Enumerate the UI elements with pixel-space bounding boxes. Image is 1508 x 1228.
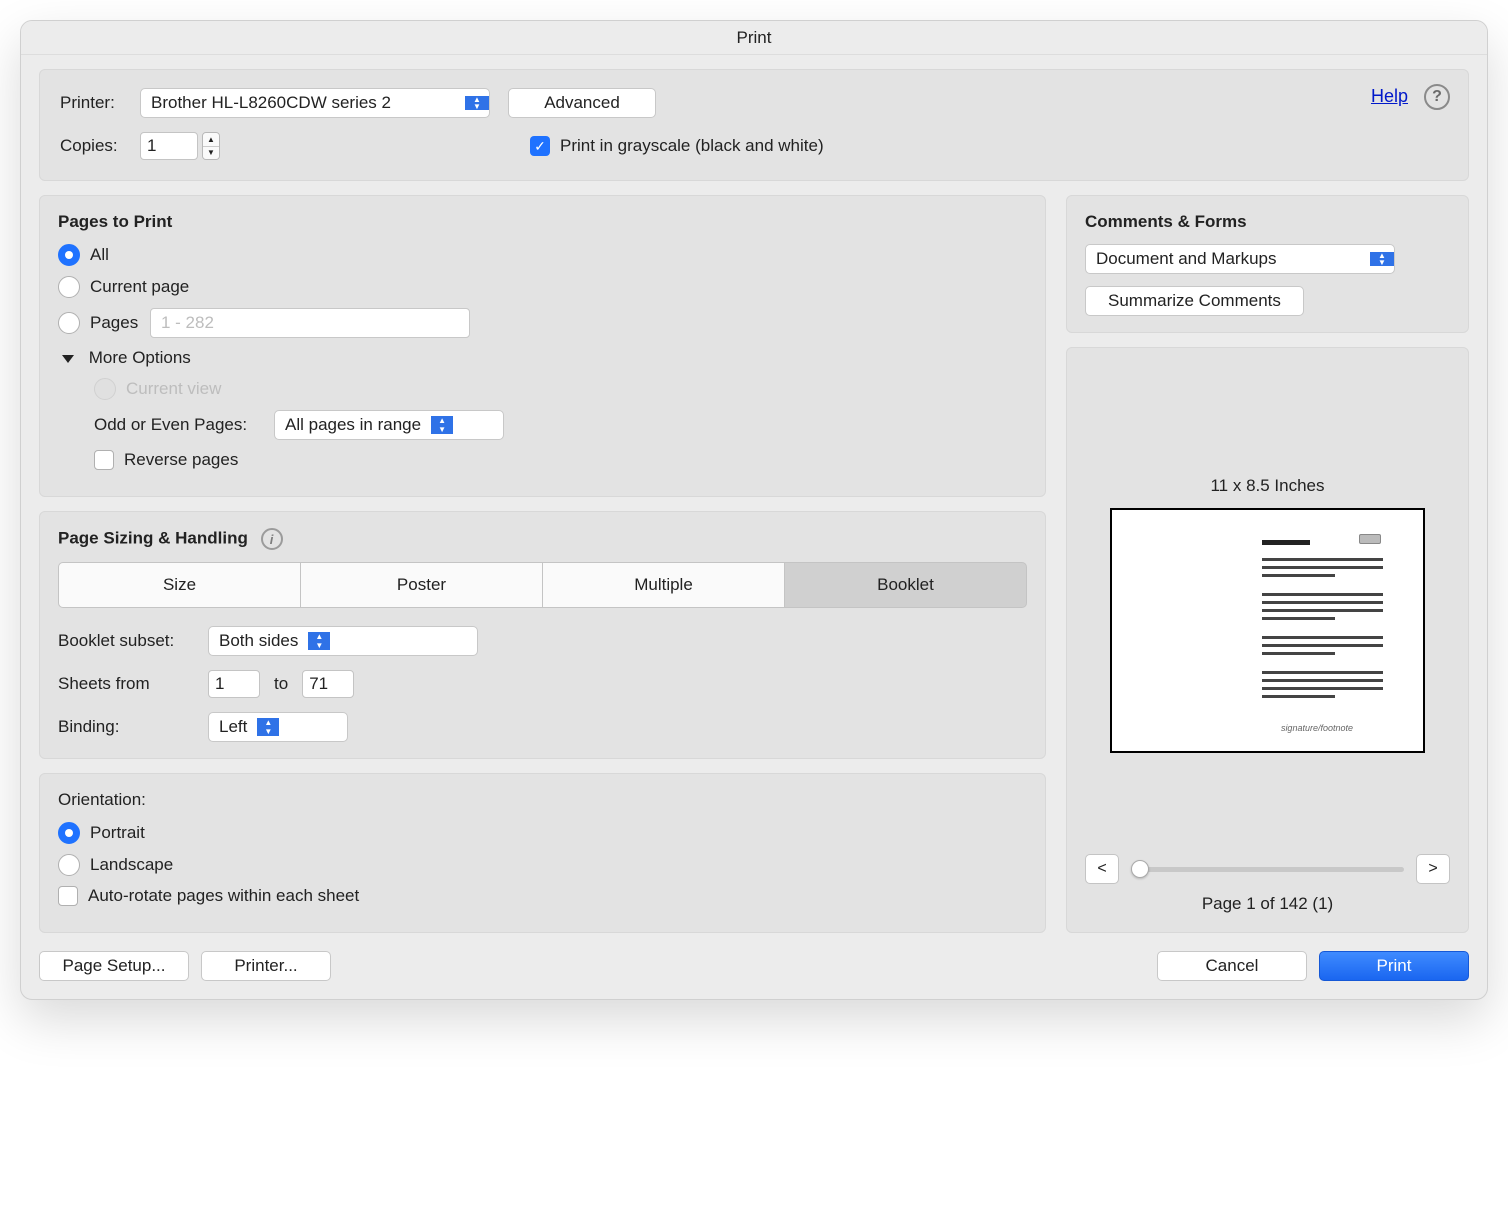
sheets-to-input[interactable]: 71: [302, 670, 354, 698]
radio-pages-label: Pages: [90, 313, 150, 333]
radio-current-page[interactable]: [58, 276, 80, 298]
reverse-pages-label: Reverse pages: [124, 450, 238, 470]
radio-current-page-label: Current page: [90, 277, 189, 297]
preview-prev-button[interactable]: <: [1085, 854, 1119, 884]
comments-select[interactable]: Document and Markups: [1085, 244, 1395, 274]
binding-label: Binding:: [58, 717, 208, 737]
help-icon[interactable]: ?: [1424, 84, 1450, 110]
subset-label: Booklet subset:: [58, 631, 208, 651]
reverse-pages-checkbox[interactable]: [94, 450, 114, 470]
grayscale-label: Print in grayscale (black and white): [560, 136, 824, 156]
subset-value: Both sides: [209, 631, 308, 651]
auto-rotate-checkbox[interactable]: [58, 886, 78, 906]
footer: Page Setup... Printer... Cancel Print: [39, 951, 1469, 981]
radio-portrait-label: Portrait: [90, 823, 145, 843]
comments-title: Comments & Forms: [1085, 212, 1450, 232]
print-button[interactable]: Print: [1319, 951, 1469, 981]
segment-size[interactable]: Size: [58, 562, 301, 608]
comments-panel: Comments & Forms Document and Markups Su…: [1066, 195, 1469, 333]
select-stepper-icon: [431, 416, 453, 434]
sheets-from-label: Sheets from: [58, 674, 208, 694]
binding-value: Left: [209, 717, 257, 737]
copies-input[interactable]: 1: [140, 132, 198, 160]
sheets-from-input[interactable]: 1: [208, 670, 260, 698]
select-stepper-icon: [308, 632, 330, 650]
auto-rotate-label: Auto-rotate pages within each sheet: [88, 886, 359, 906]
page-indicator: Page 1 of 142 (1): [1085, 894, 1450, 914]
info-icon[interactable]: i: [261, 528, 283, 550]
sizing-segments: Size Poster Multiple Booklet: [58, 562, 1027, 608]
page-setup-button[interactable]: Page Setup...: [39, 951, 189, 981]
preview-zoom-slider[interactable]: [1131, 854, 1404, 884]
slider-thumb-icon[interactable]: [1131, 860, 1149, 878]
sizing-title: Page Sizing & Handling: [58, 529, 248, 548]
radio-all-label: All: [90, 245, 109, 265]
disclosure-triangle-icon[interactable]: [62, 355, 74, 363]
copies-label: Copies:: [60, 136, 140, 156]
orientation-panel: Orientation: Portrait Landscape Auto-rot…: [39, 773, 1046, 933]
pages-range-input[interactable]: 1 - 282: [150, 308, 470, 338]
printer-select[interactable]: Brother HL-L8260CDW series 2: [140, 88, 490, 118]
radio-current-view: [94, 378, 116, 400]
segment-booklet[interactable]: Booklet: [785, 562, 1027, 608]
printer-label: Printer:: [60, 93, 140, 113]
top-panel: Help ? Printer: Brother HL-L8260CDW seri…: [39, 69, 1469, 181]
print-dialog: Print Help ? Printer: Brother HL-L8260CD…: [20, 20, 1488, 1000]
subset-select[interactable]: Both sides: [208, 626, 478, 656]
select-stepper-icon: [1370, 252, 1394, 266]
binding-select[interactable]: Left: [208, 712, 348, 742]
odd-even-select[interactable]: All pages in range: [274, 410, 504, 440]
grayscale-checkbox[interactable]: ✓: [530, 136, 550, 156]
radio-pages[interactable]: [58, 312, 80, 334]
more-options-label: More Options: [89, 348, 191, 367]
preview-next-button[interactable]: >: [1416, 854, 1450, 884]
preview-panel: 11 x 8.5 Inches si: [1066, 347, 1469, 933]
radio-landscape[interactable]: [58, 854, 80, 876]
pages-title: Pages to Print: [58, 212, 1027, 232]
select-stepper-icon: [257, 718, 279, 736]
radio-current-view-label: Current view: [126, 379, 221, 399]
printer-value: Brother HL-L8260CDW series 2: [141, 93, 465, 113]
odd-even-label: Odd or Even Pages:: [94, 415, 274, 435]
summarize-comments-button[interactable]: Summarize Comments: [1085, 286, 1304, 316]
radio-landscape-label: Landscape: [90, 855, 173, 875]
copies-stepper[interactable]: ▲▼: [202, 132, 220, 160]
printer-button[interactable]: Printer...: [201, 951, 331, 981]
preview-staple-icon: [1359, 534, 1381, 544]
cancel-button[interactable]: Cancel: [1157, 951, 1307, 981]
window-title: Print: [21, 21, 1487, 55]
sheets-to-label: to: [274, 674, 288, 694]
help-link[interactable]: Help: [1371, 86, 1408, 107]
pages-to-print-panel: Pages to Print All Current page Pages 1 …: [39, 195, 1046, 497]
sizing-panel: Page Sizing & Handling i Size Poster Mul…: [39, 511, 1046, 759]
segment-poster[interactable]: Poster: [301, 562, 543, 608]
radio-portrait[interactable]: [58, 822, 80, 844]
radio-all[interactable]: [58, 244, 80, 266]
select-stepper-icon: [465, 96, 489, 110]
preview-size-label: 11 x 8.5 Inches: [1085, 476, 1450, 496]
preview-page: signature/footnote: [1110, 508, 1425, 753]
odd-even-value: All pages in range: [275, 415, 431, 435]
advanced-button[interactable]: Advanced: [508, 88, 656, 118]
segment-multiple[interactable]: Multiple: [543, 562, 785, 608]
orientation-title: Orientation:: [58, 790, 1027, 810]
comments-value: Document and Markups: [1086, 249, 1370, 269]
